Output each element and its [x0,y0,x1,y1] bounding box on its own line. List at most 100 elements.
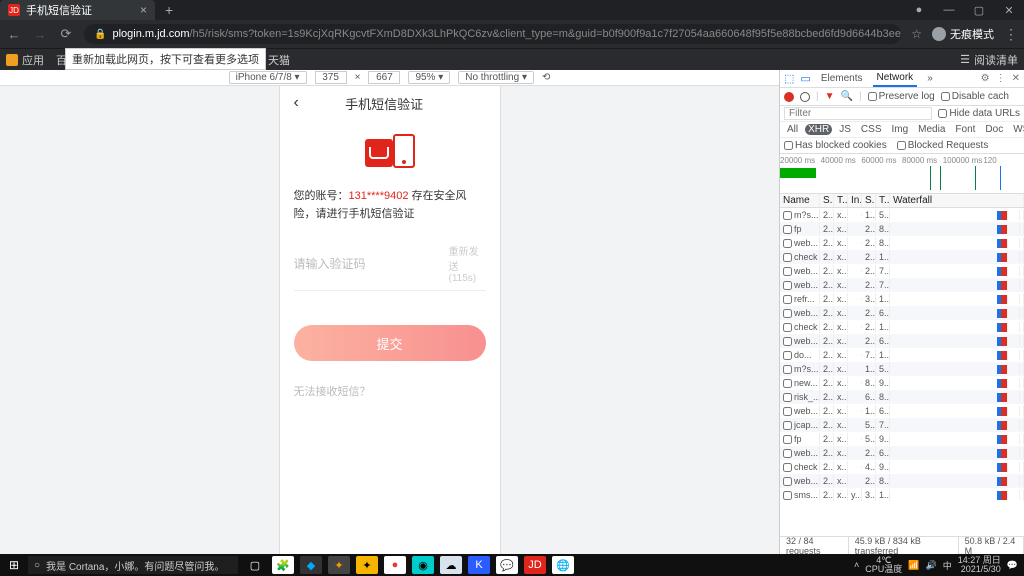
chrome-icon[interactable]: 🌐 [552,556,574,574]
col-name[interactable]: Name [780,194,820,207]
col-status[interactable]: S.. [820,194,834,207]
type-filter-font[interactable]: Font [952,124,978,135]
resend-button[interactable]: 重新发送(115s) [449,243,486,284]
settings-gear-icon[interactable]: ⚙ [981,73,990,84]
minimize-icon[interactable]: — [934,4,964,17]
record-icon[interactable]: ● [904,4,934,17]
code-input[interactable] [294,257,449,271]
record-button-icon[interactable] [784,92,794,102]
clear-icon[interactable] [800,92,810,102]
inspect-icon[interactable]: ⬚ [784,72,794,85]
col-type[interactable]: T.. [834,194,848,207]
network-row[interactable]: check2..x..2..1... [780,250,1024,264]
network-row[interactable]: fp2..x..2..8.. [780,222,1024,236]
type-filter-ws[interactable]: WS [1010,124,1024,135]
network-row[interactable]: sms...2..x..y..3..1... [780,488,1024,502]
maximize-icon[interactable]: ▢ [964,4,994,17]
chrome-menu-icon[interactable]: ⋮ [1004,26,1018,43]
type-filter-doc[interactable]: Doc [982,124,1006,135]
filter-icon[interactable]: ▼ [825,91,835,102]
close-window-icon[interactable]: ✕ [994,4,1024,17]
network-row[interactable]: web...2..x..1..6.. [780,404,1024,418]
app-icon[interactable]: ◆ [300,556,322,574]
network-row[interactable]: web...2..x..2..6.. [780,446,1024,460]
network-tab[interactable]: Network [873,70,918,87]
network-row[interactable]: jcap...2..x..5..7.. [780,418,1024,432]
browser-tab[interactable]: JD 手机短信验证 × [0,0,155,20]
app-icon[interactable]: K [468,556,490,574]
devtools-close-icon[interactable]: ✕ [1012,73,1020,84]
type-filter-xhr[interactable]: XHR [805,124,832,135]
viewport-height[interactable]: 667 [368,71,400,84]
back-icon[interactable]: ← [6,27,22,42]
network-row[interactable]: web...2..x..2..8.. [780,474,1024,488]
devtools-menu-icon[interactable]: ⋮ [996,73,1006,84]
device-mode-icon[interactable]: ▭ [800,72,810,85]
elements-tab[interactable]: Elements [817,71,867,86]
throttling-select[interactable]: No throttling ▾ [458,71,534,84]
network-row[interactable]: web...2..x..2..6.. [780,334,1024,348]
close-tab-icon[interactable]: × [140,3,147,17]
tmall-bookmark[interactable]: 天猫 [268,52,290,68]
network-row[interactable]: do...2..x..7..1... [780,348,1024,362]
network-row[interactable]: web...2..x..2..7.. [780,278,1024,292]
app-icon[interactable]: ● [384,556,406,574]
ime-icon[interactable]: 中 [943,559,952,572]
notifications-icon[interactable]: 💬 [1007,560,1018,571]
bookmark-star-icon[interactable]: ☆ [911,27,922,41]
cortana-search[interactable]: ○ 我是 Cortana，小娜。有问题尽管问我。 [28,556,238,574]
app-icon[interactable]: ◉ [412,556,434,574]
reading-list-button[interactable]: ☰阅读清单 [960,52,1018,68]
clock[interactable]: 14:27 周日 2021/5/30 [958,556,1001,574]
start-button[interactable]: ⊞ [0,558,28,572]
zoom-select[interactable]: 95% ▾ [408,71,450,84]
col-size[interactable]: S.. [862,194,876,207]
app-icon[interactable]: 💬 [496,556,518,574]
app-icon[interactable]: ✦ [356,556,378,574]
network-row[interactable]: check2..x..2..1... [780,320,1024,334]
wifi-icon[interactable]: 📶 [908,560,919,571]
network-row[interactable]: check2..x..4..9.. [780,460,1024,474]
type-filter-all[interactable]: All [784,124,801,135]
filter-input[interactable] [784,107,932,120]
address-bar[interactable]: 🔒 plogin.m.jd.com /h5/risk/sms?token=1s9… [84,24,901,44]
search-icon[interactable]: 🔍 [841,91,853,102]
network-row[interactable]: web...2..x..2..8.. [780,236,1024,250]
network-row[interactable]: m?s...2..x..1..5.. [780,362,1024,376]
network-row[interactable]: web...2..x..2..6.. [780,306,1024,320]
network-row[interactable]: risk_...2..x..6..8.. [780,390,1024,404]
reload-icon[interactable]: ⟳ [58,26,74,42]
type-filter-media[interactable]: Media [915,124,948,135]
app-icon[interactable]: 🧩 [272,556,294,574]
type-filter-js[interactable]: JS [836,124,854,135]
network-row[interactable]: web...2..x..2..7.. [780,264,1024,278]
hide-data-urls-checkbox[interactable]: Hide data URLs [938,108,1020,119]
viewport-width[interactable]: 375 [315,71,347,84]
network-row[interactable]: refr...2..x..3..1... [780,292,1024,306]
rotate-icon[interactable]: ⟲ [542,72,550,83]
col-time[interactable]: T.. [876,194,890,207]
network-row[interactable]: fp2..x..5..9.. [780,432,1024,446]
more-tabs[interactable]: » [923,71,937,86]
volume-icon[interactable]: 🔊 [926,560,937,571]
task-view-icon[interactable]: ▢ [244,556,266,574]
disable-cache-checkbox[interactable]: Disable cach [941,91,1009,102]
type-filter-img[interactable]: Img [888,124,911,135]
network-row[interactable]: new...2..x..8..9.. [780,376,1024,390]
tray-chevron-icon[interactable]: ˄ [854,560,859,570]
network-row[interactable]: m?s...2..x..1..5.. [780,208,1024,222]
col-initiator[interactable]: In.. [848,194,862,207]
new-tab-button[interactable]: + [155,2,183,18]
apps-bookmark[interactable]: 应用 [6,52,44,68]
type-filter-css[interactable]: CSS [858,124,885,135]
col-waterfall[interactable]: Waterfall [890,194,1024,207]
device-select[interactable]: iPhone 6/7/8 ▾ [229,71,307,84]
app-icon[interactable]: ✦ [328,556,350,574]
blocked-cookies-checkbox[interactable]: Has blocked cookies [784,140,887,151]
submit-button[interactable]: 提交 [294,325,486,361]
cant-receive-link[interactable]: 无法接收短信？ [294,383,486,399]
app-icon[interactable]: ☁ [440,556,462,574]
preserve-log-checkbox[interactable]: Preserve log [868,91,935,102]
app-icon[interactable]: JD [524,556,546,574]
blocked-requests-checkbox[interactable]: Blocked Requests [897,140,989,151]
